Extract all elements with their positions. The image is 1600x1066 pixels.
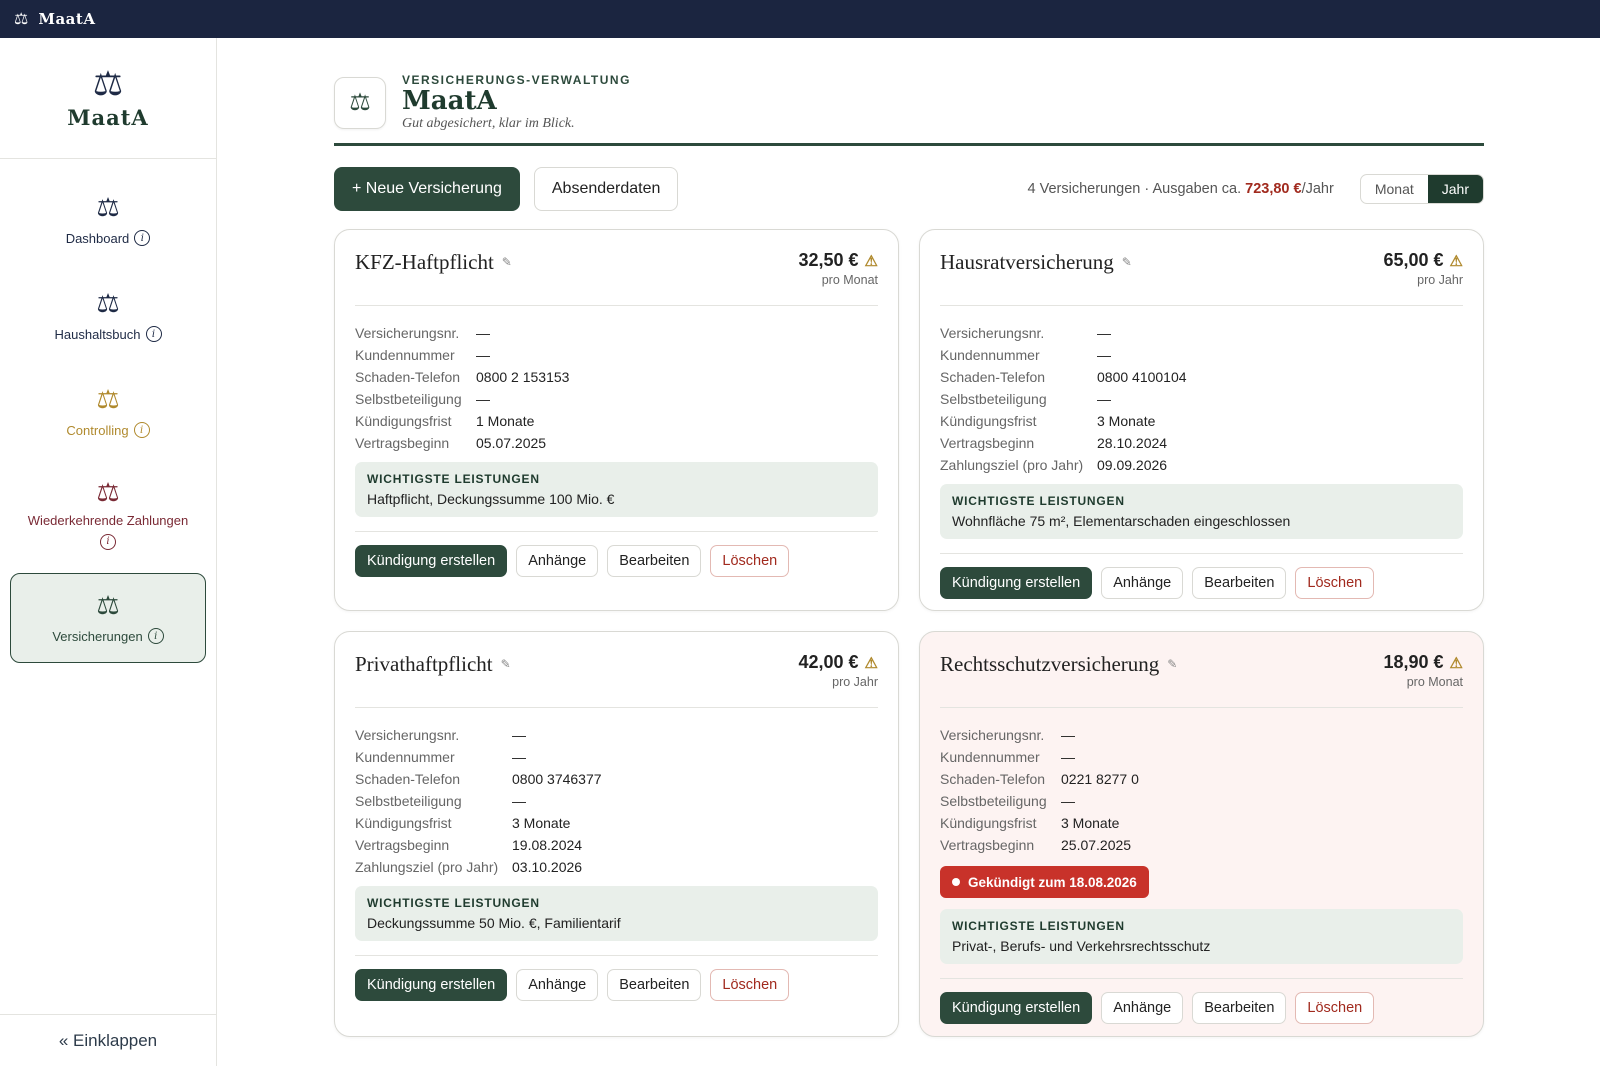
info-icon[interactable]: i xyxy=(133,422,150,438)
new-insurance-button[interactable]: + Neue Versicherung xyxy=(334,167,520,211)
delete-button[interactable]: Löschen xyxy=(710,545,790,577)
claims-phone: 0800 4100104 xyxy=(1097,369,1187,385)
claims-phone: 0800 3746377 xyxy=(512,771,602,787)
sidebar-item-label: Haushaltsbuch xyxy=(54,326,141,342)
sidebar-nav: ⚖ Dashboard i ⚖ Haushaltsbuch i ⚖ Controll… xyxy=(0,159,216,663)
sidebar-brand[interactable]: ⚖ MaatA xyxy=(0,38,216,159)
insurance-card: Rechtsschutzversicherung ✎ 18,90 € ⚠ pro M… xyxy=(919,631,1484,1037)
card-period: pro Jahr xyxy=(832,675,878,689)
card-period: pro Monat xyxy=(1406,675,1463,689)
sidebar-item-controlling[interactable]: ⚖ Controlling i xyxy=(10,369,206,455)
card-price: 65,00 € xyxy=(1383,250,1444,270)
sender-data-button[interactable]: Absenderdaten xyxy=(533,167,679,211)
card-title: KFZ-Haftpflicht xyxy=(355,250,494,274)
card-fields: Versicherungsnr. — Kundennummer — Schaden-… xyxy=(355,325,570,451)
sidebar: ⚖ MaatA ⚖ Dashboard i ⚖ Haushaltsbuch i ⚖ … xyxy=(0,38,217,1066)
scale-header-icon: ⚖ xyxy=(334,76,386,129)
toolbar: + Neue Versicherung Absenderdaten 4 Vers… xyxy=(334,167,1484,211)
insurance-grid: KFZ-Haftpflicht ✎ 32,50 € ⚠ pro Monat Vers… xyxy=(334,229,1484,1037)
insurance-card: Privathaftpflicht ✎ 42,00 € ⚠ pro Jahr Ver… xyxy=(334,631,899,1037)
claims-phone: 0800 2 153153 xyxy=(476,369,570,385)
sidebar-item-label: Versicherungen xyxy=(52,628,143,644)
edit-button[interactable]: Bearbeiten xyxy=(607,969,702,1001)
edit-button[interactable]: Bearbeiten xyxy=(1192,992,1287,1024)
edit-button[interactable]: Bearbeiten xyxy=(1192,567,1287,599)
page-eyebrow: VERSICHERUNGS-VERWALTUNG xyxy=(402,72,631,87)
create-cancellation-button[interactable]: Kündigung erstellen xyxy=(940,992,1093,1024)
warning-icon: ⚠ xyxy=(1449,252,1463,270)
warning-icon: ⚠ xyxy=(864,654,878,672)
pencil-icon[interactable]: ✎ xyxy=(1122,255,1132,270)
pencil-icon[interactable]: ✎ xyxy=(502,255,512,270)
summary-amount: 723,80 € xyxy=(1245,181,1302,197)
warning-icon: ⚠ xyxy=(1449,654,1463,672)
page-header: ⚖ VERSICHERUNGS-VERWALTUNG MaatA Gut abg… xyxy=(334,38,1484,146)
card-price: 18,90 € xyxy=(1383,652,1444,672)
cancelled-status-badge: Gekündigt zum 18.08.2026 xyxy=(940,866,1149,898)
info-icon[interactable]: i xyxy=(145,326,162,342)
spending-summary: 4 Versicherungen · Ausgaben ca. 723,80 €… xyxy=(1027,181,1334,197)
toggle-month[interactable]: Monat xyxy=(1361,175,1428,203)
key-benefits: WICHTIGSTE LEISTUNGEN Wohnfläche 75 m², … xyxy=(940,484,1463,539)
main-content: ⚖ VERSICHERUNGS-VERWALTUNG MaatA Gut abg… xyxy=(334,38,1484,1037)
card-period: pro Monat xyxy=(821,273,878,287)
attachments-button[interactable]: Anhänge xyxy=(1101,992,1184,1024)
collapse-sidebar-button[interactable]: « Einklappen xyxy=(0,1014,216,1066)
status-dot-icon xyxy=(952,878,960,886)
card-title: Privathaftpflicht xyxy=(355,652,493,676)
warning-icon: ⚠ xyxy=(864,252,878,270)
sidebar-item-haushaltsbuch[interactable]: ⚖ Haushaltsbuch i xyxy=(10,273,206,359)
sidebar-item-versicherungen[interactable]: ⚖ Versicherungen i xyxy=(10,573,206,663)
delete-button[interactable]: Löschen xyxy=(1295,992,1375,1024)
create-cancellation-button[interactable]: Kündigung erstellen xyxy=(940,567,1093,599)
attachments-button[interactable]: Anhänge xyxy=(516,969,599,1001)
sidebar-item-dashboard[interactable]: ⚖ Dashboard i xyxy=(10,177,206,263)
create-cancellation-button[interactable]: Kündigung erstellen xyxy=(355,969,508,1001)
sidebar-item-wiederkehrende-zahlungen[interactable]: ⚖ Wiederkehrende Zahlungen i xyxy=(10,465,206,563)
edit-button[interactable]: Bearbeiten xyxy=(607,545,702,577)
scale-icon: ⚖ xyxy=(96,590,120,620)
page-subtitle: Gut abgesichert, klar im Blick. xyxy=(402,116,575,132)
delete-button[interactable]: Löschen xyxy=(710,969,790,1001)
app-title: MaatA xyxy=(38,10,96,28)
sidebar-item-label: Controlling xyxy=(66,422,129,438)
info-icon[interactable]: i xyxy=(134,230,151,246)
pencil-icon[interactable]: ✎ xyxy=(501,657,511,672)
key-benefits: WICHTIGSTE LEISTUNGEN Privat-, Berufs- u… xyxy=(940,909,1463,964)
delete-button[interactable]: Löschen xyxy=(1295,567,1375,599)
attachments-button[interactable]: Anhänge xyxy=(1101,567,1184,599)
page-title: MaatA xyxy=(402,85,497,116)
insurance-card: KFZ-Haftpflicht ✎ 32,50 € ⚠ pro Monat Vers… xyxy=(334,229,899,611)
brand-name: MaatA xyxy=(67,104,149,130)
key-benefits: WICHTIGSTE LEISTUNGEN Haftpflicht, Decku… xyxy=(355,462,878,517)
sidebar-item-label: Wiederkehrende Zahlungen xyxy=(27,512,189,528)
card-period: pro Jahr xyxy=(1417,273,1463,287)
create-cancellation-button[interactable]: Kündigung erstellen xyxy=(355,545,508,577)
sidebar-item-label: Dashboard xyxy=(65,230,130,246)
info-icon[interactable]: i xyxy=(100,533,116,550)
pencil-icon[interactable]: ✎ xyxy=(1167,657,1177,672)
card-fields: Versicherungsnr. — Kundennummer — Schaden-… xyxy=(940,727,1139,853)
card-title: Rechtsschutzversicherung xyxy=(940,652,1160,676)
scale-icon: ⚖ xyxy=(96,476,120,507)
scale-icon: ⚖ xyxy=(96,384,120,414)
toggle-year[interactable]: Jahr xyxy=(1427,175,1483,203)
period-toggle: Monat Jahr xyxy=(1359,174,1484,204)
card-fields: Versicherungsnr. — Kundennummer — Schaden-… xyxy=(355,727,602,875)
scale-brand-icon: ⚖ xyxy=(92,64,124,103)
card-fields: Versicherungsnr. — Kundennummer — Schaden-… xyxy=(940,325,1187,473)
key-benefits: WICHTIGSTE LEISTUNGEN Deckungssumme 50 M… xyxy=(355,886,878,941)
info-icon[interactable]: i xyxy=(147,628,164,644)
scale-logo-icon: ⚖ xyxy=(14,11,29,28)
attachments-button[interactable]: Anhänge xyxy=(516,545,599,577)
claims-phone: 0221 8277 0 xyxy=(1061,771,1139,787)
insurance-card: Hausratversicherung ✎ 65,00 € ⚠ pro Jahr V… xyxy=(919,229,1484,611)
scale-icon: ⚖ xyxy=(96,192,120,222)
scale-icon: ⚖ xyxy=(96,288,120,318)
card-price: 32,50 € xyxy=(798,250,859,270)
card-title: Hausratversicherung xyxy=(940,250,1114,274)
card-price: 42,00 € xyxy=(798,652,859,672)
top-bar: ⚖ MaatA xyxy=(0,0,1600,38)
